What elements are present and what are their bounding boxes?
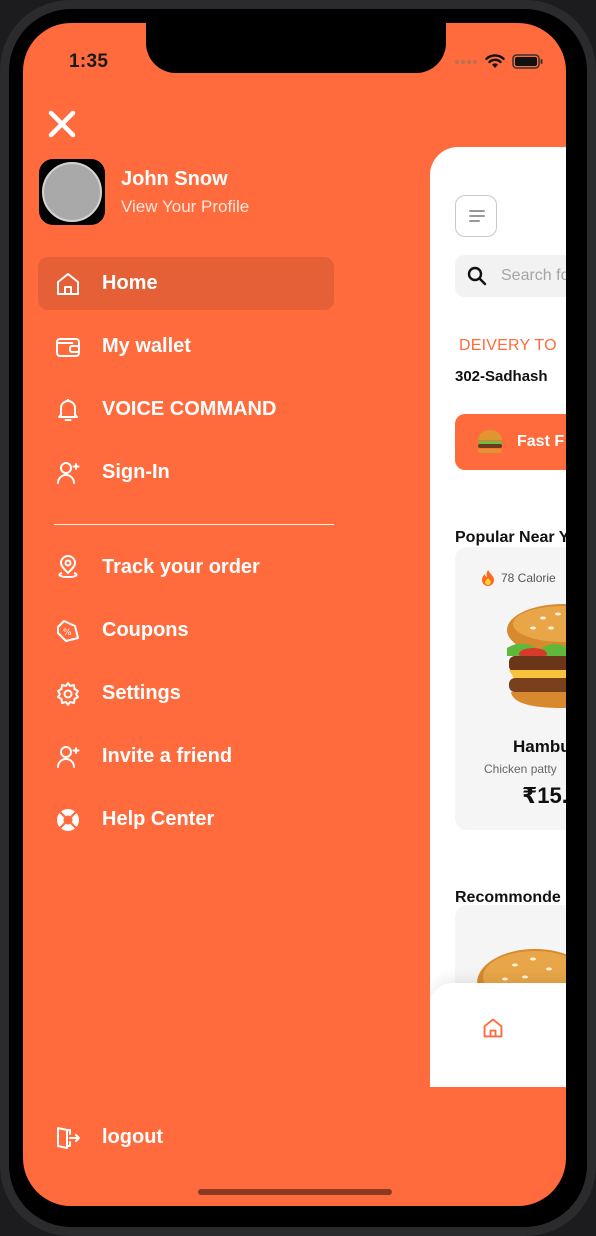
wallet-icon bbox=[54, 333, 82, 361]
menu-item-help-center[interactable]: Help Center bbox=[38, 793, 334, 846]
delivery-address[interactable]: 302-Sadhash bbox=[455, 368, 548, 385]
lifebuoy-icon bbox=[54, 806, 82, 834]
close-icon bbox=[48, 110, 76, 138]
wifi-icon bbox=[485, 54, 505, 68]
notch bbox=[146, 23, 446, 73]
menu-item-home[interactable]: Home bbox=[38, 257, 334, 310]
status-time: 1:35 bbox=[69, 51, 109, 72]
menu-label-help-center: Help Center bbox=[102, 808, 215, 830]
drawer-screen: 1:35 John Snow View Your Profile Home My… bbox=[23, 23, 566, 1206]
main-screen-preview[interactable]: Search fo DEIVERY TO 302-Sadhash Fast F … bbox=[430, 147, 566, 1087]
search-bar[interactable]: Search fo bbox=[455, 255, 566, 297]
menu-item-coupons[interactable]: % Coupons bbox=[38, 604, 334, 657]
user-add-icon bbox=[54, 459, 82, 487]
menu-item-track-order[interactable]: Track your order bbox=[38, 541, 334, 594]
menu-lines-icon bbox=[469, 210, 485, 222]
menu-item-invite-friend[interactable]: Invite a friend bbox=[38, 730, 334, 783]
menu-label-wallet: My wallet bbox=[102, 335, 191, 357]
bell-icon bbox=[54, 396, 82, 424]
view-profile-link[interactable]: View Your Profile bbox=[121, 197, 249, 217]
filter-button[interactable] bbox=[455, 195, 497, 237]
menu-label-settings: Settings bbox=[102, 682, 181, 704]
fire-icon bbox=[482, 570, 494, 586]
category-chip-fast-food[interactable]: Fast F bbox=[455, 414, 566, 470]
profile-header[interactable]: John Snow View Your Profile bbox=[39, 159, 249, 225]
location-pin-icon bbox=[54, 554, 82, 582]
food-name: Hambu bbox=[513, 737, 566, 756]
menu-item-settings[interactable]: Settings bbox=[38, 667, 334, 720]
calories-text: 78 Calorie bbox=[501, 570, 556, 585]
menu-label-sign-in: Sign-In bbox=[102, 461, 170, 483]
food-description: Chicken patty bbox=[484, 762, 557, 776]
cellular-signal-icon bbox=[454, 59, 478, 64]
logout-icon bbox=[54, 1124, 82, 1152]
coupon-icon: % bbox=[54, 617, 82, 645]
status-icons bbox=[454, 54, 544, 69]
battery-icon bbox=[512, 54, 543, 69]
svg-text:%: % bbox=[63, 628, 72, 638]
category-label: Fast F bbox=[517, 433, 565, 450]
food-price: ₹15. bbox=[522, 783, 566, 808]
delivery-label: DEIVERY TO bbox=[459, 337, 557, 354]
menu-label-track-order: Track your order bbox=[102, 556, 260, 578]
profile-text: John Snow View Your Profile bbox=[121, 168, 249, 217]
avatar-placeholder bbox=[42, 162, 102, 222]
menu-divider bbox=[54, 524, 334, 525]
user-add-icon bbox=[54, 743, 82, 771]
search-icon bbox=[467, 266, 487, 286]
menu-item-sign-in[interactable]: Sign-In bbox=[38, 446, 334, 499]
hamburger-image bbox=[507, 604, 566, 708]
logout-button[interactable]: logout bbox=[38, 1111, 334, 1164]
home-icon[interactable] bbox=[482, 1017, 504, 1039]
search-placeholder: Search fo bbox=[501, 267, 566, 284]
menu-item-my-wallet[interactable]: My wallet bbox=[38, 320, 334, 373]
menu-item-voice-command[interactable]: VOICE COMMAND bbox=[38, 383, 334, 436]
menu-label-home: Home bbox=[102, 272, 158, 294]
menu-label-invite-friend: Invite a friend bbox=[102, 745, 233, 767]
menu-label-coupons: Coupons bbox=[102, 619, 189, 641]
menu-label-logout: logout bbox=[102, 1126, 164, 1148]
burger-emoji-icon bbox=[477, 430, 503, 454]
calories-badge: 78 Calorie bbox=[481, 569, 556, 586]
food-card[interactable]: 78 Calorie Hambu Chicken patty ₹15. bbox=[455, 547, 566, 830]
gear-icon bbox=[54, 680, 82, 708]
popular-heading: Popular Near Y bbox=[455, 529, 566, 546]
avatar bbox=[39, 159, 105, 225]
close-button[interactable] bbox=[45, 107, 79, 141]
menu-label-voice-command: VOICE COMMAND bbox=[102, 398, 277, 420]
home-icon bbox=[54, 270, 82, 298]
home-indicator bbox=[198, 1189, 392, 1195]
profile-name: John Snow bbox=[121, 167, 228, 190]
bottom-nav bbox=[430, 983, 566, 1087]
